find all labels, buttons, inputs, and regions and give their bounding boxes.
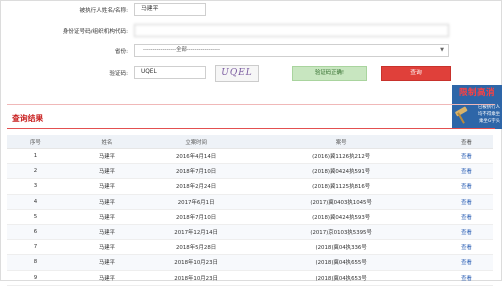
column-header: 姓名	[63, 135, 150, 149]
captcha-row: 验证码: UQEL UQEL 验证码正确! 查询	[0, 65, 502, 82]
row-case-number: (2018)冀04执653号	[242, 270, 441, 286]
row-index: 8	[7, 254, 64, 271]
name-row: 被执行人姓名/名称: 马建平	[0, 3, 502, 19]
row-case-number: (2018)冀04执336号	[242, 239, 441, 256]
table-row: 1 马建平 2016年4月14日 (2016)冀1126执212号 查看	[7, 148, 493, 165]
province-value: -----------------全部-----------------	[143, 47, 220, 53]
section-divider	[7, 104, 495, 105]
row-case-number: (2018)冀0424执593号	[242, 209, 441, 225]
row-case-number: (2018)冀0424执591号	[242, 163, 441, 180]
column-header: 查看	[440, 135, 493, 149]
province-select[interactable]: -----------------全部----------------- ▼	[134, 44, 449, 57]
table-row: 5 马建平 2018年7月10日 (2018)冀0424执593号 查看	[7, 209, 493, 225]
id-row: 身份证号码/组织机构代码:	[0, 24, 502, 40]
row-name: 马建平	[63, 224, 150, 241]
row-name: 马建平	[63, 270, 150, 286]
table-header-row: 序号 姓名 立案时间 案号 查看	[7, 135, 493, 149]
ad-title: 限制高消	[458, 88, 495, 98]
search-form: 被执行人姓名/名称: 马建平 身份证号码/组织机构代码: 省份: -------…	[0, 0, 502, 96]
ad-line: 乘坐G字头	[479, 119, 500, 124]
row-index: 6	[7, 224, 64, 241]
row-date: 2018年5月28日	[150, 239, 243, 256]
row-name: 马建平	[63, 178, 150, 195]
row-case-number: (2016)冀1126执212号	[242, 148, 441, 165]
name-input[interactable]: 马建平	[134, 3, 206, 16]
row-date: 2016年4月14日	[150, 148, 243, 165]
row-case-number: (2018)冀1125执816号	[242, 178, 441, 195]
row-case-number: (2017)冀0403执1045号	[242, 194, 441, 210]
captcha-image[interactable]: UQEL	[215, 65, 259, 82]
view-link[interactable]: 查看	[440, 148, 493, 165]
row-index: 3	[7, 178, 64, 195]
row-name: 马建平	[63, 194, 150, 210]
column-header: 立案时间	[150, 135, 243, 149]
row-index: 2	[7, 163, 64, 180]
row-index: 9	[7, 270, 64, 286]
row-index: 4	[7, 194, 64, 210]
row-date: 2017年6月1日	[150, 194, 243, 210]
row-name: 马建平	[63, 209, 150, 225]
captcha-label: 验证码:	[109, 71, 128, 77]
row-index: 1	[7, 148, 64, 165]
gavel-icon	[455, 106, 468, 124]
id-label: 身份证号码/组织机构代码:	[62, 29, 128, 35]
captcha-input[interactable]: UQEL	[134, 66, 206, 79]
row-date: 2018年2月24日	[150, 178, 243, 195]
row-name: 马建平	[63, 163, 150, 180]
id-input[interactable]	[134, 24, 449, 37]
view-link[interactable]: 查看	[440, 270, 493, 286]
results-title: 查询结果	[12, 114, 44, 123]
table-row: 8 马建平 2018年10月23日 (2018)冀04执655号 查看	[7, 254, 493, 271]
table-row: 3 马建平 2018年2月24日 (2018)冀1125执816号 查看	[7, 178, 493, 195]
row-case-number: (2018)冀04执655号	[242, 254, 441, 271]
row-index: 7	[7, 239, 64, 256]
view-link[interactable]: 查看	[440, 209, 493, 225]
table-row: 7 马建平 2018年5月28日 (2018)冀04执336号 查看	[7, 239, 493, 256]
table-row: 9 马建平 2018年10月23日 (2018)冀04执653号 查看	[7, 270, 493, 286]
row-date: 2018年10月23日	[150, 270, 243, 286]
row-case-number: (2017)京0103执5395号	[242, 224, 441, 241]
row-date: 2017年12月14日	[150, 224, 243, 241]
restriction-ad-banner[interactable]: 限制高消 已被执行人 均不得乘坐 乘坐G字头	[452, 85, 502, 129]
results-underline	[7, 128, 495, 129]
column-header: 案号	[242, 135, 441, 149]
view-link[interactable]: 查看	[440, 163, 493, 180]
table-row: 2 马建平 2018年7月10日 (2018)冀0424执591号 查看	[7, 163, 493, 180]
row-name: 马建平	[63, 239, 150, 256]
view-link[interactable]: 查看	[440, 224, 493, 241]
view-link[interactable]: 查看	[440, 254, 493, 271]
chevron-down-icon: ▼	[440, 47, 444, 53]
row-date: 2018年7月10日	[150, 209, 243, 225]
view-link[interactable]: 查看	[440, 178, 493, 195]
table-row: 6 马建平 2017年12月14日 (2017)京0103执5395号 查看	[7, 224, 493, 241]
search-button[interactable]: 查询	[381, 66, 451, 81]
row-name: 马建平	[63, 254, 150, 271]
row-date: 2018年10月23日	[150, 254, 243, 271]
view-link[interactable]: 查看	[440, 239, 493, 256]
name-label: 被执行人姓名/名称:	[79, 8, 128, 14]
results-table: 序号 姓名 立案时间 案号 查看 1 马建平 2016年4月14日 (2016)…	[7, 135, 493, 286]
view-link[interactable]: 查看	[440, 194, 493, 210]
ad-line: 均不得乘坐	[478, 112, 500, 117]
row-date: 2018年7月10日	[150, 163, 243, 180]
row-index: 5	[7, 209, 64, 225]
table-row: 4 马建平 2017年6月1日 (2017)冀0403执1045号 查看	[7, 194, 493, 210]
column-header: 序号	[7, 135, 64, 149]
row-name: 马建平	[63, 148, 150, 165]
province-row: 省份: -----------------全部-----------------…	[0, 44, 502, 60]
province-label: 省份:	[114, 49, 128, 55]
verify-status-button[interactable]: 验证码正确!	[292, 66, 367, 81]
